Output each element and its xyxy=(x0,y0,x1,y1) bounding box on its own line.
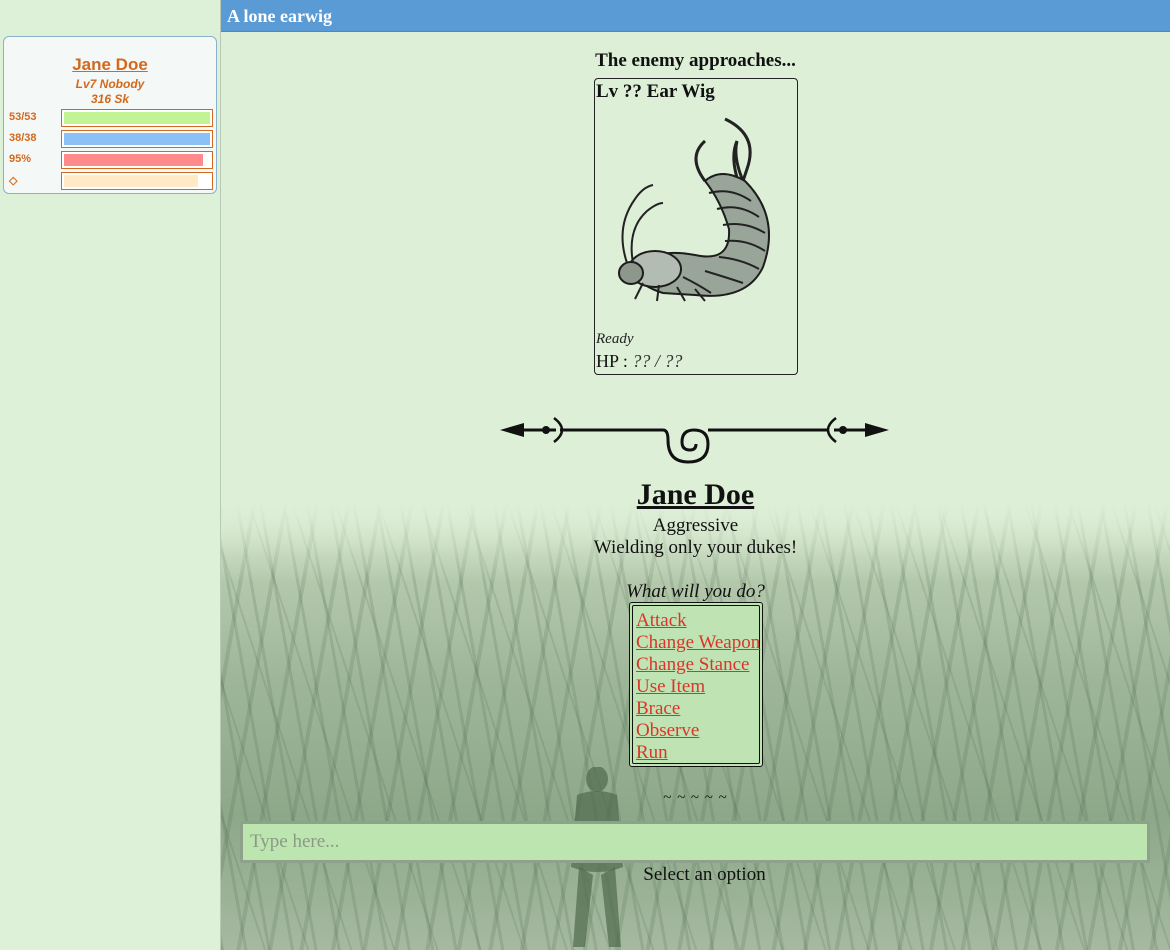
enemy-status: Ready xyxy=(596,331,634,347)
stamina-bar xyxy=(61,151,213,169)
experience-bar-fill xyxy=(64,175,198,187)
change-stance-option[interactable]: Change Stance xyxy=(636,654,759,676)
stamina-bar-fill xyxy=(64,154,203,166)
player-currency: 316 Sk xyxy=(90,92,130,106)
health-row: 53/53 xyxy=(9,109,215,127)
change-weapon-option[interactable]: Change Weapon xyxy=(636,632,760,654)
health-bar xyxy=(61,109,213,127)
enemy-name: Lv ?? Ear Wig xyxy=(596,81,715,102)
character-name: Jane Doe xyxy=(636,478,755,511)
mana-row: 38/38 xyxy=(9,130,215,148)
action-menu-inner: Attack Change Weapon Change Stance Use I… xyxy=(632,605,760,764)
enemy-card: Lv ?? Ear Wig Ready HP : ?? / ?? xyxy=(594,78,798,375)
earwig-icon xyxy=(618,117,770,302)
observe-option[interactable]: Observe xyxy=(636,720,759,742)
experience-icon: ◇ xyxy=(9,175,18,187)
mana-bar xyxy=(61,130,213,148)
page-title: A lone earwig xyxy=(227,6,332,26)
action-prompt: What will you do? xyxy=(626,581,765,602)
experience-row: ◇ xyxy=(9,172,215,190)
stamina-label: 95% xyxy=(9,153,32,165)
battle-area: The enemy approaches... Lv ?? Ear Wig Re… xyxy=(221,32,1170,950)
page-title-bar: A lone earwig xyxy=(221,0,1170,32)
command-input[interactable] xyxy=(243,824,1147,860)
enemy-hp: HP : ?? / ?? xyxy=(596,351,682,372)
character-stance: Aggressive xyxy=(652,515,739,536)
health-bar-fill xyxy=(64,112,210,124)
enemy-hp-label: HP : xyxy=(596,351,633,371)
experience-bar xyxy=(61,172,213,190)
player-name-link[interactable]: Jane Doe xyxy=(4,55,216,75)
sidebar: Jane Doe Lv7 Nobody 316 Sk 53/53 38/38 9… xyxy=(0,0,221,950)
command-input-frame xyxy=(240,821,1150,863)
use-item-option[interactable]: Use Item xyxy=(636,676,759,698)
mana-label: 38/38 xyxy=(9,132,37,144)
character-weapon: Wielding only your dukes! xyxy=(593,537,798,558)
ornamental-divider xyxy=(500,417,889,464)
stamina-row: 95% xyxy=(9,151,215,169)
mana-bar-fill xyxy=(64,133,210,145)
player-level-class: Lv7 Nobody xyxy=(75,77,145,91)
player-stats-panel: Jane Doe Lv7 Nobody 316 Sk 53/53 38/38 9… xyxy=(3,36,217,194)
enemy-hp-value: ?? / ?? xyxy=(632,351,683,371)
enemy-approach-text: The enemy approaches... xyxy=(595,50,796,71)
health-label: 53/53 xyxy=(9,111,37,123)
status-message: Select an option xyxy=(643,864,766,885)
run-option[interactable]: Run xyxy=(636,742,759,764)
brace-option[interactable]: Brace xyxy=(636,698,759,720)
action-menu: Attack Change Weapon Change Stance Use I… xyxy=(629,602,763,767)
attack-option[interactable]: Attack xyxy=(636,610,759,632)
separator-tildes: ~ ~ ~ ~ ~ xyxy=(663,790,728,806)
